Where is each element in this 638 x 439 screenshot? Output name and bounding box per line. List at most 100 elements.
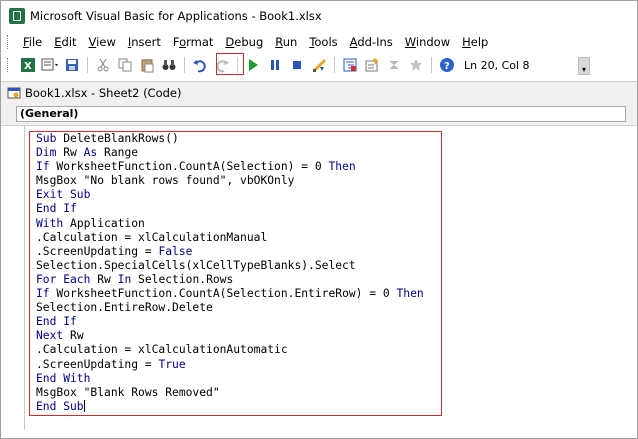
svg-text:X: X: [24, 61, 32, 72]
paste-button[interactable]: [138, 56, 156, 74]
code-line[interactable]: For Each Rw In Selection.Rows: [36, 273, 424, 287]
code-keyword: If: [36, 160, 50, 174]
project-explorer-icon: [343, 58, 357, 72]
menu-insert[interactable]: Insert: [122, 35, 167, 49]
code-module-icon: [7, 86, 21, 100]
design-mode-icon: [313, 59, 326, 72]
copy-button[interactable]: [116, 56, 134, 74]
code-token: Application: [63, 216, 145, 230]
code-keyword: End If: [36, 315, 77, 329]
run-sub-button[interactable]: [244, 56, 262, 74]
toolbar-separator: [334, 57, 335, 73]
code-line[interactable]: Exit Sub: [36, 188, 424, 202]
code-line[interactable]: Selection.SpecialCells(xlCellTypeBlanks)…: [36, 259, 424, 273]
code-keyword: True: [158, 357, 186, 371]
code-keyword: Then: [328, 160, 356, 174]
menu-format[interactable]: Format: [167, 35, 220, 49]
code-token: MsgBox "Blank Rows Removed": [36, 385, 220, 399]
code-token: .ScreenUpdating =: [36, 244, 159, 258]
code-line[interactable]: Dim Rw As Range: [36, 146, 424, 160]
menu-run[interactable]: Run: [269, 35, 303, 49]
toolbar-grip[interactable]: [7, 58, 11, 72]
code-token: Selection.EntireRow.Delete: [36, 301, 213, 315]
code-token: Rw: [56, 146, 84, 160]
save-icon: [66, 59, 78, 71]
reset-button[interactable]: [288, 56, 306, 74]
code-keyword: Next: [36, 329, 64, 343]
menu-edit[interactable]: Edit: [48, 35, 82, 49]
code-editor[interactable]: Sub DeleteBlankRows() Dim Rw As Range If W…: [1, 126, 637, 438]
menu-file[interactable]: File: [17, 35, 48, 49]
code-line[interactable]: Sub DeleteBlankRows(): [36, 132, 424, 146]
code-line[interactable]: MsgBox "Blank Rows Removed": [36, 386, 424, 400]
code-line[interactable]: .Calculation = xlCalculationAutomatic: [36, 343, 424, 357]
code-token: Rw: [90, 272, 118, 286]
window-title: Microsoft Visual Basic for Applications …: [30, 9, 322, 23]
insert-userform-button[interactable]: [41, 56, 59, 74]
code-token: MsgBox "No blank rows found", vbOKOnly: [36, 174, 295, 188]
save-button[interactable]: [63, 56, 81, 74]
margin-indicator-bar[interactable]: [16, 126, 25, 430]
code-line[interactable]: .ScreenUpdating = True: [36, 358, 424, 372]
code-line[interactable]: End If: [36, 202, 424, 216]
copy-icon: [118, 58, 132, 72]
vba-editor-window: Microsoft Visual Basic for Applications …: [0, 0, 638, 439]
break-button[interactable]: [266, 56, 284, 74]
menu-debug[interactable]: Debug: [219, 35, 269, 49]
code-keyword: For Each: [36, 272, 91, 286]
code-line[interactable]: MsgBox "No blank rows found", vbOKOnly: [36, 174, 424, 188]
code-window-titlebar: Book1.xlsx - Sheet2 (Code): [1, 81, 637, 105]
view-excel-button[interactable]: X: [19, 56, 37, 74]
object-dropdown[interactable]: (General): [16, 106, 626, 122]
title-bar: Microsoft Visual Basic for Applications …: [1, 1, 637, 31]
toolbar-separator: [87, 57, 88, 73]
menu-view[interactable]: View: [83, 35, 122, 49]
code-token: Range: [97, 146, 139, 160]
run-button-highlight: [216, 53, 244, 75]
menubar-grip[interactable]: [7, 35, 11, 49]
code-line[interactable]: .Calculation = xlCalculationManual: [36, 231, 424, 245]
toolbar-separator: [184, 57, 185, 73]
code-keyword: As: [83, 146, 98, 160]
play-icon: [249, 59, 258, 71]
excel-icon: X: [21, 58, 35, 72]
code-keyword: False: [158, 244, 193, 258]
menu-add-ins[interactable]: Add-Ins: [344, 35, 399, 49]
code-line[interactable]: If WorksheetFunction.CountA(Selection) =…: [36, 160, 424, 174]
toolbox-button[interactable]: [407, 56, 425, 74]
properties-icon: [365, 58, 378, 72]
code-token: .Calculation = xlCalculationManual: [36, 230, 268, 244]
code-text[interactable]: Sub DeleteBlankRows() Dim Rw As Range If W…: [36, 132, 424, 414]
code-line[interactable]: End If: [36, 315, 424, 329]
find-button[interactable]: [160, 56, 178, 74]
properties-window-button[interactable]: [363, 56, 381, 74]
code-token: Selection.Rows: [131, 272, 234, 286]
code-line[interactable]: Selection.EntireRow.Delete: [36, 301, 424, 315]
insert-module-icon: [41, 58, 58, 71]
code-keyword: Sub: [36, 132, 57, 145]
code-line[interactable]: Next Rw: [36, 329, 424, 343]
code-line[interactable]: End With: [36, 372, 424, 386]
paste-icon: [141, 59, 154, 73]
code-line[interactable]: With Application: [36, 217, 424, 231]
object-dropdown-row: (General): [1, 103, 637, 126]
text-cursor: [83, 399, 85, 412]
menu-tools[interactable]: Tools: [303, 35, 343, 49]
object-browser-button[interactable]: [385, 56, 403, 74]
help-button[interactable]: ?: [438, 56, 456, 74]
cut-button[interactable]: [94, 56, 112, 74]
toolbar-overflow-button[interactable]: ▾: [578, 57, 590, 75]
code-token: WorksheetFunction.CountA(Selection) = 0: [49, 160, 329, 174]
undo-button[interactable]: [191, 56, 209, 74]
design-mode-button[interactable]: [310, 56, 328, 74]
menu-help[interactable]: Help: [456, 35, 494, 49]
code-line[interactable]: .ScreenUpdating = False: [36, 245, 424, 259]
undo-icon: [193, 60, 206, 73]
menu-window[interactable]: Window: [399, 35, 456, 49]
project-explorer-button[interactable]: [341, 56, 359, 74]
code-line[interactable]: End Sub: [36, 399, 424, 414]
code-keyword: With: [36, 216, 64, 230]
code-line[interactable]: If WorksheetFunction.CountA(Selection.En…: [36, 287, 424, 301]
excel-app-icon: [9, 8, 25, 24]
stop-icon: [293, 61, 301, 69]
